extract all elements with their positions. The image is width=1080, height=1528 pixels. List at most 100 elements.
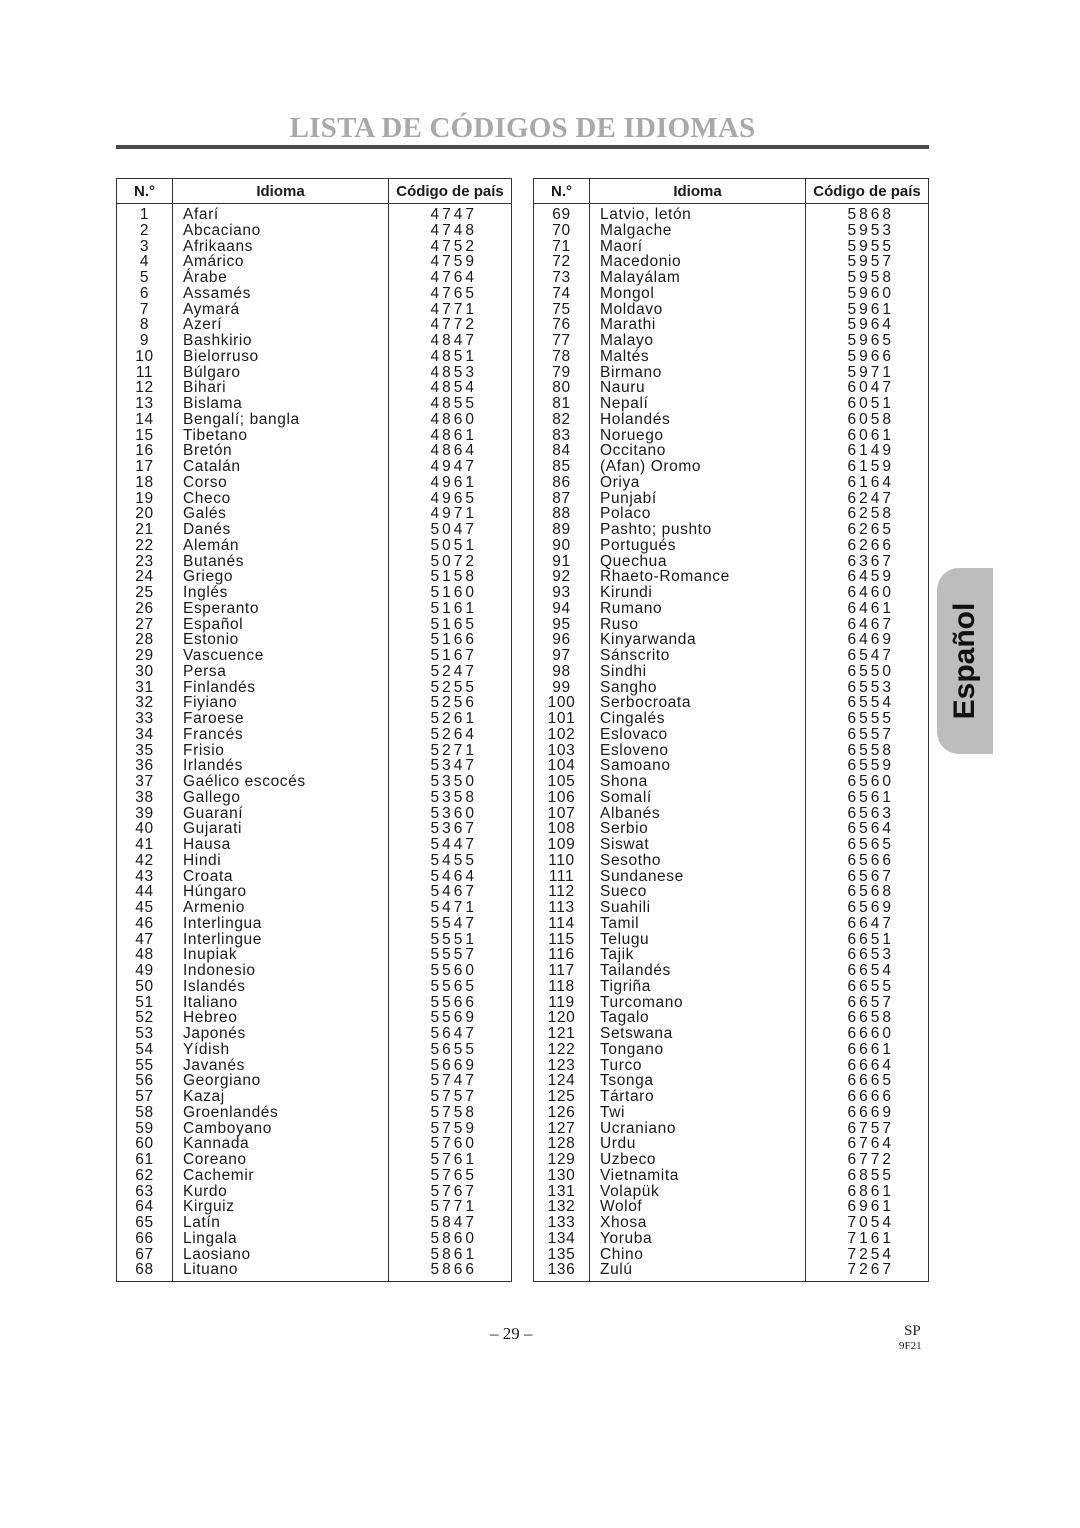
table-row: 48 Inupiak 5557 <box>117 947 512 963</box>
table-row: 104 Samoano 6559 <box>534 758 929 774</box>
country-code: 7161 <box>805 1230 929 1247</box>
language-name: Chino <box>589 1246 806 1263</box>
language-name: Quechua <box>589 553 806 570</box>
country-code: 6367 <box>805 553 929 570</box>
country-code: 6665 <box>805 1073 929 1089</box>
table-row: 134 Yoruba 7161 <box>534 1230 929 1247</box>
table-row: 11 Búlgaro 4853 <box>117 364 512 381</box>
table-row: 60 Kannada 5760 <box>117 1136 512 1152</box>
row-number: 122 <box>547 1040 576 1058</box>
row-number: 117 <box>548 962 575 979</box>
language-name: Húngaro <box>172 884 389 900</box>
language-name: Serbio <box>589 821 806 837</box>
language-code-table-right: N.° Idioma Código de país 69 Latvio, letó… <box>533 178 929 1282</box>
table-row: 129 Uzbeco 6772 <box>534 1152 929 1168</box>
table-row: 54 Yídish 5655 <box>117 1041 512 1058</box>
row-number: 83 <box>552 426 571 444</box>
row-number: 7 <box>139 300 150 318</box>
row-number: 124 <box>547 1072 576 1090</box>
language-name: Tártaro <box>589 1089 806 1105</box>
row-number: 116 <box>548 946 575 964</box>
country-code: 5655 <box>388 1041 512 1058</box>
row-number: 68 <box>135 1261 154 1279</box>
language-name: Noruego <box>589 427 806 444</box>
language-name: Nepalí <box>589 396 806 412</box>
country-code: 5264 <box>388 726 512 743</box>
country-code: 5868 <box>805 203 929 223</box>
country-code: 5347 <box>388 758 512 774</box>
language-name: Malgache <box>589 222 806 239</box>
language-name: Telugu <box>589 931 806 948</box>
country-code: 4759 <box>388 254 512 270</box>
table-row: 75 Moldavo 5961 <box>534 301 929 318</box>
language-name: Cingalés <box>589 711 806 727</box>
language-name: (Afan) Oromo <box>589 459 806 475</box>
language-name: Gaélico escocés <box>172 774 389 790</box>
table-row: 116 Tajik 6653 <box>534 947 929 963</box>
table-row: 28 Estonio 5166 <box>117 632 512 648</box>
table-row: 14 Bengalí; bangla 4860 <box>117 411 512 428</box>
table-row: 4 Amárico 4759 <box>117 254 512 270</box>
row-number: 36 <box>135 757 154 775</box>
table-row: 47 Interlingue 5551 <box>117 931 512 948</box>
language-name: Ucraniano <box>589 1120 806 1137</box>
table-row: 26 Esperanto 5161 <box>117 600 512 617</box>
country-code: 5569 <box>388 1010 512 1026</box>
country-code: 5747 <box>388 1073 512 1089</box>
country-code: 5771 <box>388 1199 512 1215</box>
table-row: 31 Finlandés 5255 <box>117 679 512 696</box>
row-number: 91 <box>552 552 571 570</box>
language-name: Maltés <box>589 348 806 365</box>
language-name: Hausa <box>172 837 389 853</box>
country-code: 5860 <box>388 1230 512 1247</box>
country-code: 4864 <box>388 443 512 459</box>
language-name: Serbocroata <box>589 695 806 711</box>
table-row: 59 Camboyano 5759 <box>117 1120 512 1137</box>
table-row: 32 Fiyiano 5256 <box>117 695 512 711</box>
row-number: 41 <box>135 836 154 853</box>
table-row: 27 Español 5165 <box>117 616 512 633</box>
country-code: 5966 <box>805 348 929 365</box>
language-name: Hebreo <box>172 1010 389 1026</box>
row-number: 94 <box>552 599 571 617</box>
table-row: 30 Persa 5247 <box>117 663 512 680</box>
language-name: Francés <box>172 726 389 743</box>
country-code: 5557 <box>388 947 512 963</box>
table-row: 96 Kinyarwanda 6469 <box>534 632 929 648</box>
country-code: 6547 <box>805 648 929 664</box>
language-name: Vietnamita <box>589 1167 806 1184</box>
row-number: 99 <box>552 678 571 696</box>
country-code: 5261 <box>388 711 512 727</box>
table-row: 19 Checo 4965 <box>117 490 512 507</box>
language-name: Albanés <box>589 805 806 822</box>
language-name: Somalí <box>589 789 806 806</box>
country-code: 5467 <box>388 884 512 900</box>
country-code: 6557 <box>805 726 929 743</box>
language-name: Interlingua <box>172 915 389 932</box>
table-row: 6 Assamés 4765 <box>117 285 512 302</box>
language-name: Catalán <box>172 459 389 475</box>
country-code: 6567 <box>805 868 929 885</box>
language-name: Siswat <box>589 837 806 853</box>
country-code: 6861 <box>805 1183 929 1200</box>
language-name: Interlingue <box>172 931 389 948</box>
row-number: 23 <box>135 552 154 570</box>
language-name: Hindi <box>172 852 389 869</box>
row-number: 46 <box>135 914 154 932</box>
language-name: Butanés <box>172 553 389 570</box>
country-code: 6266 <box>805 537 929 554</box>
table-row: 72 Macedonio 5957 <box>534 254 929 270</box>
language-name: Bislama <box>172 396 389 412</box>
country-code: 6651 <box>805 931 929 948</box>
row-number: 85 <box>552 458 571 475</box>
row-number: 92 <box>552 568 571 586</box>
table-row: 87 Punjabí 6247 <box>534 490 929 507</box>
country-code: 6563 <box>805 805 929 822</box>
language-name: Sueco <box>589 884 806 900</box>
row-number: 119 <box>548 993 575 1011</box>
table-row: 92 Rhaeto-Romance 6459 <box>534 569 929 585</box>
row-number: 76 <box>552 316 571 334</box>
language-name: Wolof <box>589 1199 806 1215</box>
country-code: 6569 <box>805 900 929 916</box>
country-code: 6661 <box>805 1041 929 1058</box>
